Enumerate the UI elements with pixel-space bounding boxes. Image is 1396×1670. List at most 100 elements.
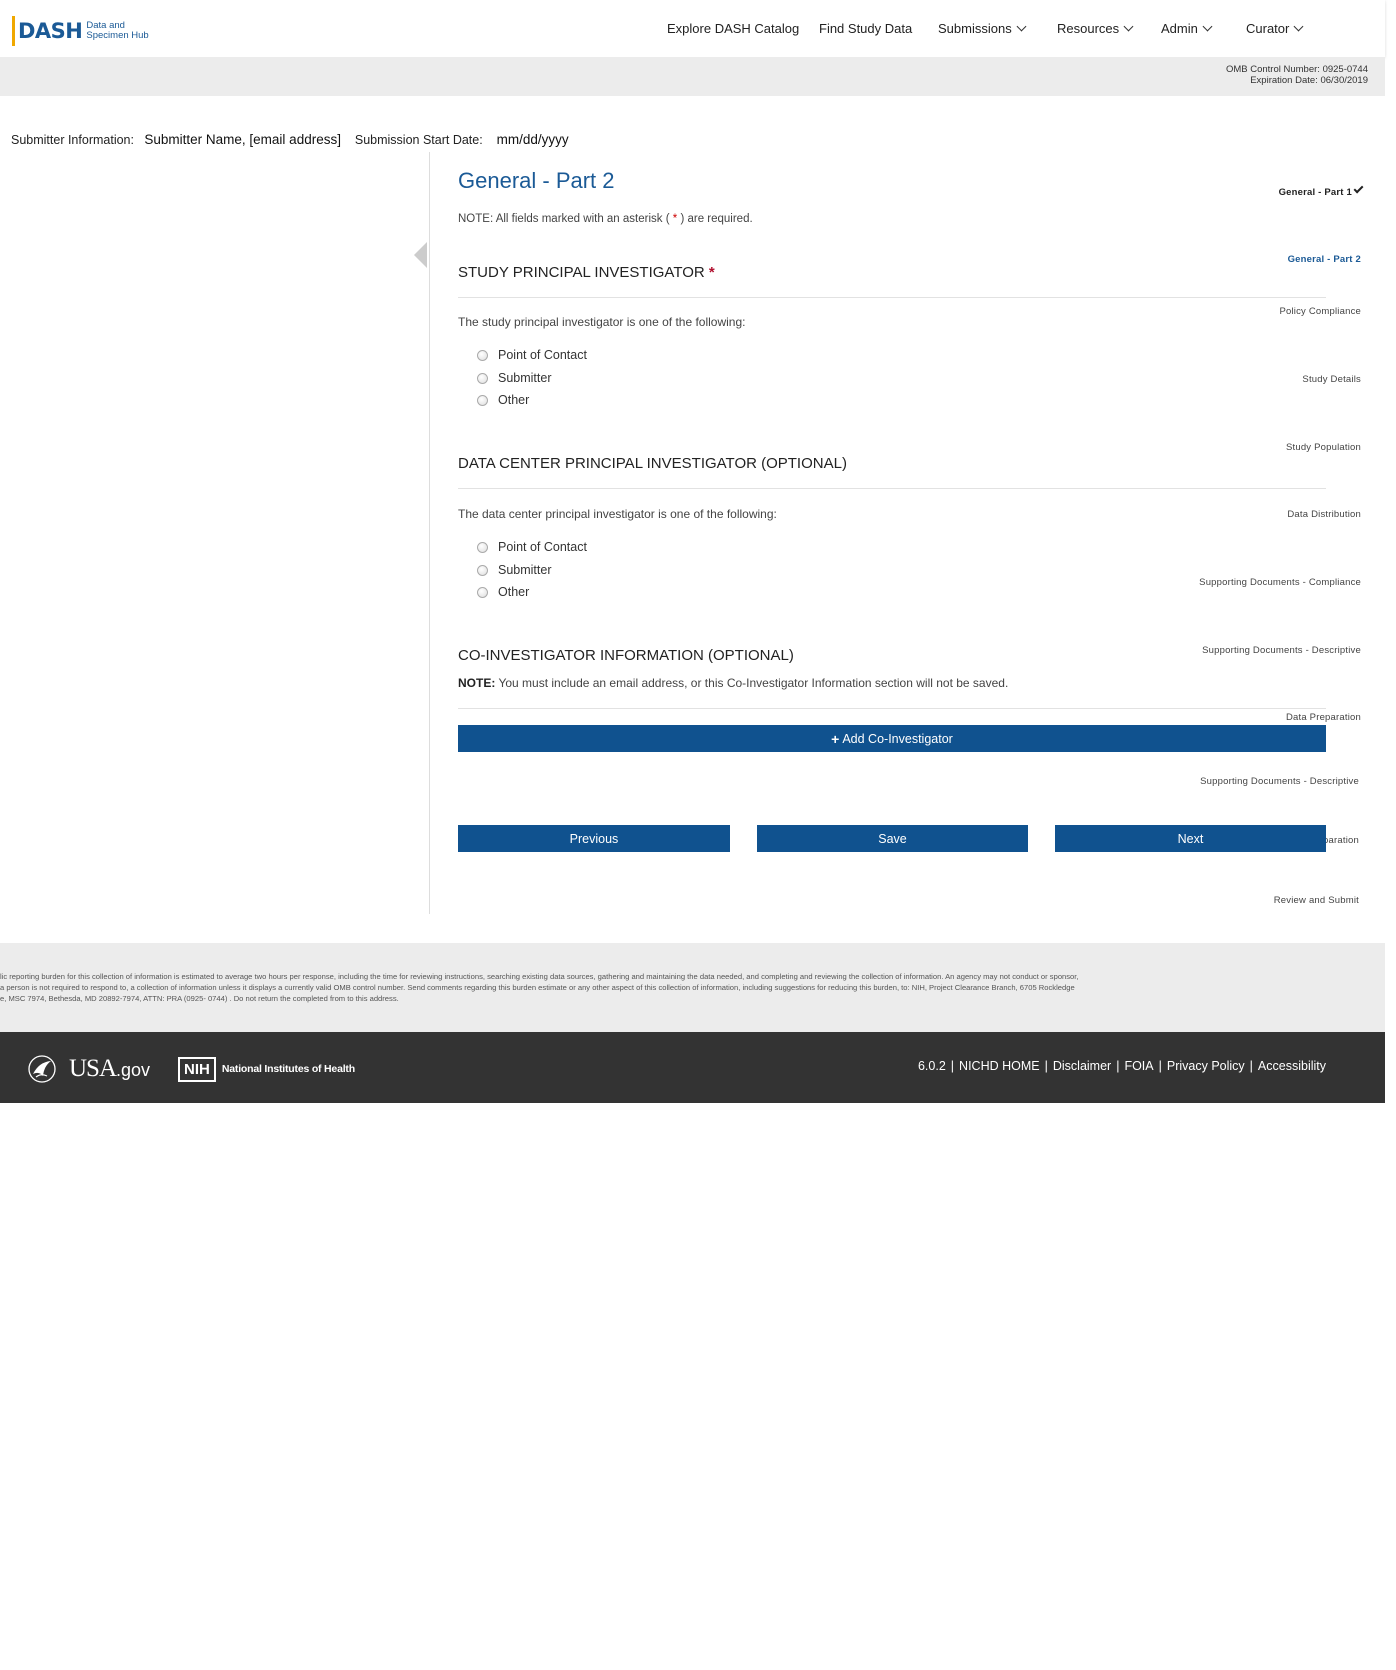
option-label: Other xyxy=(498,585,530,599)
usagov-main-text: USA xyxy=(69,1055,117,1082)
logo-text: DASH xyxy=(18,19,83,43)
link-separator: | xyxy=(1116,1059,1120,1073)
previous-button[interactable]: Previous xyxy=(458,825,730,852)
sidebar-item-general-part-1[interactable]: General - Part 1 xyxy=(1278,183,1364,198)
coinvestigator-note-text: You must include an email address, or th… xyxy=(498,676,1009,690)
chevron-down-icon xyxy=(1293,21,1304,32)
data-center-pi-option-point-of-contact[interactable]: Point of Contact xyxy=(477,540,587,554)
coinvestigator-note-label: NOTE: xyxy=(458,676,496,690)
nav-resources-label: Resources xyxy=(1057,21,1120,36)
submission-start-date-value: mm/dd/yyyy xyxy=(496,132,569,147)
sidebar-item-general-part-2[interactable]: General - Part 2 xyxy=(1288,254,1361,265)
page-title: General - Part 2 xyxy=(458,168,615,193)
sidebar-item-policy-compliance[interactable]: Policy Compliance xyxy=(1279,306,1361,317)
site-footer: USA.gov NIH National Institutes of Healt… xyxy=(0,1032,1385,1103)
omb-info: OMB Control Number: 0925-0744 Expiration… xyxy=(1226,64,1368,86)
chevron-down-icon xyxy=(1123,21,1134,32)
footer-links: 6.0.2 | NICHD HOME | Disclaimer | FOIA | Privacy… xyxy=(918,1059,1326,1073)
note-suffix: ) are required. xyxy=(680,213,753,225)
disclaimer-link[interactable]: Disclaimer xyxy=(1053,1059,1111,1073)
radio-button[interactable] xyxy=(477,394,488,406)
chevron-down-icon xyxy=(1016,21,1027,32)
nichd-home-link[interactable]: NICHD HOME xyxy=(959,1059,1040,1073)
section-title-text: STUDY PRINCIPAL INVESTIGATOR xyxy=(458,264,705,281)
next-button[interactable]: Next xyxy=(1055,825,1326,852)
sidebar-item-supporting-documents-descriptive-2[interactable]: Supporting Documents - Descriptive xyxy=(1200,776,1359,787)
sidebar-item-supporting-documents-compliance[interactable]: Supporting Documents - Compliance xyxy=(1199,577,1361,588)
omb-banner: OMB Control Number: 0925-0744 Expiration… xyxy=(0,57,1385,96)
data-center-pi-option-other[interactable]: Other xyxy=(477,585,529,599)
usagov-suffix-text: .gov xyxy=(116,1060,151,1080)
dash-logo[interactable]: DASH Data and Specimen Hub xyxy=(12,16,149,46)
nav-curator-label: Curator xyxy=(1246,21,1290,36)
radio-button[interactable] xyxy=(477,564,488,576)
omb-expiration-date: Expiration Date: 06/30/2019 xyxy=(1250,75,1368,86)
note-asterisk: * xyxy=(672,213,678,225)
burden-text: lic reporting burden for this collection… xyxy=(0,971,1352,1004)
section-title-coinvestigator: CO-INVESTIGATOR INFORMATION (OPTIONAL) xyxy=(458,647,794,664)
study-pi-option-point-of-contact[interactable]: Point of Contact xyxy=(477,348,587,362)
nih-badge: NIH xyxy=(178,1056,216,1082)
submitter-info: Submitter Information: Submitter Name, [… xyxy=(11,132,569,147)
usagov-logo[interactable]: USA.gov xyxy=(69,1055,150,1083)
privacy-policy-link[interactable]: Privacy Policy xyxy=(1167,1059,1245,1073)
link-separator: | xyxy=(950,1059,955,1073)
add-coinvestigator-button[interactable]: + Add Co-Investigator xyxy=(458,725,1326,752)
nih-logo[interactable]: NIH National Institutes of Health xyxy=(178,1056,355,1082)
nav-find-study-data[interactable]: Find Study Data xyxy=(819,21,912,36)
required-fields-note: NOTE: All fields marked with an asterisk… xyxy=(458,213,753,225)
chevron-down-icon xyxy=(1202,21,1213,32)
nav-explore-dash-catalog[interactable]: Explore DASH Catalog xyxy=(667,21,799,36)
option-label: Submitter xyxy=(498,371,552,385)
section-divider xyxy=(458,488,1326,489)
radio-button[interactable] xyxy=(477,349,488,361)
burden-line: e, MSC 7974, Bethesda, MD 20892-7974, AT… xyxy=(0,994,399,1003)
nav-curator[interactable]: Curator xyxy=(1246,21,1304,36)
study-pi-description: The study principal investigator is one … xyxy=(458,315,746,329)
nav-admin[interactable]: Admin xyxy=(1161,21,1213,36)
accessibility-link[interactable]: Accessibility xyxy=(1258,1059,1326,1073)
foia-link[interactable]: FOIA xyxy=(1124,1059,1153,1073)
note-prefix: NOTE: All fields marked with an asterisk… xyxy=(458,213,670,225)
sidebar-item-data-preparation[interactable]: Data Preparation xyxy=(1286,712,1361,723)
radio-button[interactable] xyxy=(477,586,488,598)
link-separator: | xyxy=(1249,1059,1253,1073)
sidebar-item-supporting-documents-descriptive[interactable]: Supporting Documents - Descriptive xyxy=(1202,645,1361,656)
data-center-pi-description: The data center principal investigator i… xyxy=(458,507,777,521)
data-center-pi-option-submitter[interactable]: Submitter xyxy=(477,563,552,577)
section-divider xyxy=(458,708,1326,709)
omb-control-number: OMB Control Number: 0925-0744 xyxy=(1225,64,1368,75)
hhs-eagle-icon[interactable] xyxy=(25,1054,59,1084)
version-number: 6.0.2 xyxy=(917,1059,946,1073)
required-asterisk: * xyxy=(708,264,715,281)
section-title-study-pi: STUDY PRINCIPAL INVESTIGATOR * xyxy=(458,264,715,281)
submitter-info-label: Submitter Information: xyxy=(11,133,134,147)
section-title-data-center-pi: DATA CENTER PRINCIPAL INVESTIGATOR (OPTI… xyxy=(458,455,847,472)
nav-resources[interactable]: Resources xyxy=(1057,21,1134,36)
sidebar-item-review-and-submit[interactable]: Review and Submit xyxy=(1274,895,1359,906)
link-separator: | xyxy=(1158,1059,1162,1073)
nav-submissions[interactable]: Submissions xyxy=(938,21,1027,36)
sidebar-item-label: General - Part 1 xyxy=(1278,187,1352,198)
coinvestigator-note: NOTE: You must include an email address,… xyxy=(458,676,1008,690)
study-pi-option-other[interactable]: Other xyxy=(477,393,529,407)
plus-icon: + xyxy=(831,730,840,747)
step-sidebar xyxy=(0,152,430,914)
save-button[interactable]: Save xyxy=(757,825,1028,852)
add-coinvestigator-label: Add Co-Investigator xyxy=(842,731,953,746)
sidebar-item-study-details[interactable]: Study Details xyxy=(1302,374,1361,385)
sidebar-divider xyxy=(429,152,430,914)
sidebar-item-study-population[interactable]: Study Population xyxy=(1286,442,1361,453)
radio-button[interactable] xyxy=(477,372,488,384)
burden-line: lic reporting burden for this collection… xyxy=(0,972,1079,981)
option-label: Point of Contact xyxy=(498,348,587,362)
study-pi-option-submitter[interactable]: Submitter xyxy=(477,371,552,385)
radio-button[interactable] xyxy=(477,541,488,553)
section-divider xyxy=(458,297,1326,298)
top-navigation-bar: DASH Data and Specimen Hub Explore DASH … xyxy=(0,0,1385,57)
burden-line: a person is not required to respond to, … xyxy=(0,983,1075,992)
link-separator: | xyxy=(1044,1059,1048,1073)
sidebar-item-data-distribution[interactable]: Data Distribution xyxy=(1287,509,1361,520)
option-label: Point of Contact xyxy=(498,540,587,554)
nih-full-name: National Institutes of Health xyxy=(221,1063,355,1075)
